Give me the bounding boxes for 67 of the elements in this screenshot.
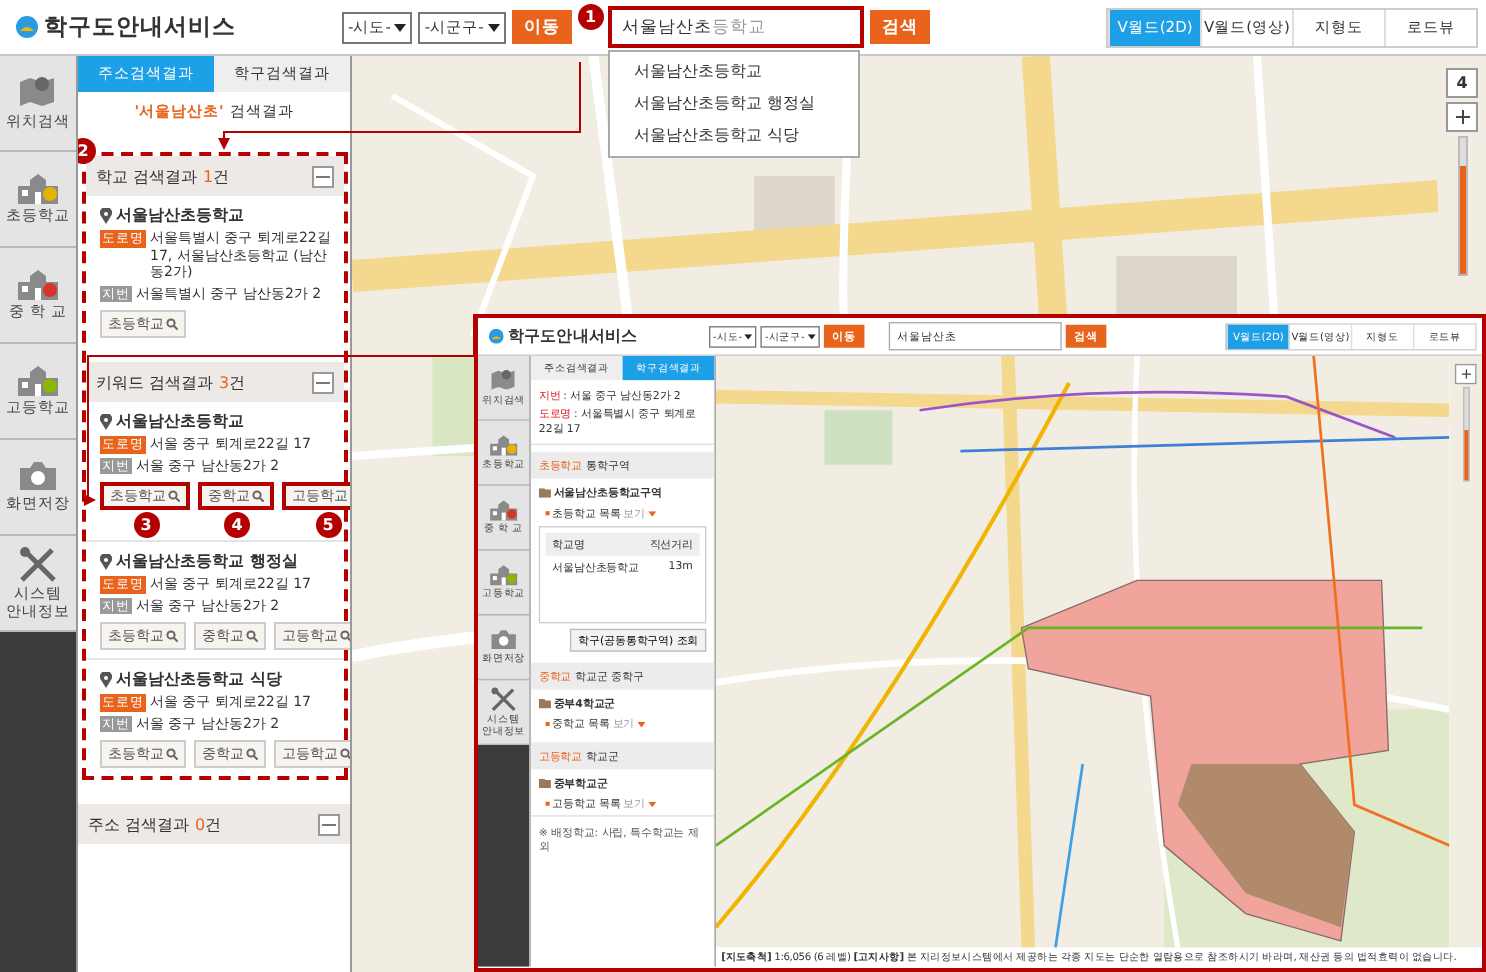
school-icon <box>16 268 60 301</box>
suggestion-item[interactable]: 서울남산초등학교 행정실 <box>609 88 858 120</box>
minus-icon <box>322 823 336 825</box>
logo-icon <box>16 16 38 38</box>
search-icon <box>340 748 350 760</box>
search-icon <box>166 748 178 760</box>
plus-icon <box>1455 110 1469 124</box>
zoom-level-label: 4 <box>1446 68 1478 98</box>
tools-icon <box>490 686 518 712</box>
callout-number: 5 <box>315 512 341 538</box>
tools-icon <box>18 545 58 582</box>
school-icon <box>488 564 519 586</box>
collapse-button[interactable] <box>312 165 334 187</box>
search-icon <box>168 490 180 502</box>
caret-icon <box>647 801 656 807</box>
school-icon <box>488 434 519 457</box>
camera-icon <box>18 460 58 493</box>
school-icon <box>16 172 60 205</box>
callout-number: 1 <box>577 4 604 30</box>
search-icon <box>166 318 178 330</box>
school-name: 서울남산초등학교 행정실 <box>116 550 298 572</box>
caret-icon <box>744 333 753 339</box>
search-icon <box>340 630 350 642</box>
zoom-slider[interactable] <box>1462 386 1470 482</box>
school-name: 서울남산초등학교 <box>116 204 244 226</box>
camera-icon <box>490 629 518 651</box>
plus-icon <box>1461 369 1471 379</box>
callout-number: 4 <box>224 512 250 538</box>
collapse-button[interactable] <box>312 371 334 393</box>
school-name: 서울남산초등학교 식당 <box>116 668 282 690</box>
callout-number: 2 <box>78 138 96 164</box>
school-icon <box>488 499 519 521</box>
section-title: 주소 검색결과 0건 <box>88 813 222 835</box>
location-pin-icon <box>100 671 112 687</box>
location-pin-icon <box>100 553 112 569</box>
collapse-button[interactable] <box>318 813 340 835</box>
zoom-in-button[interactable] <box>1446 102 1478 132</box>
map-pin-icon <box>18 74 58 111</box>
caret-icon <box>647 510 656 516</box>
search-icon <box>246 748 258 760</box>
caret-icon <box>487 23 500 31</box>
suggestion-item[interactable]: 서울남산초등학교 식당 <box>609 120 858 152</box>
folder-icon <box>538 778 551 789</box>
folder-icon <box>538 699 551 709</box>
app-title: 학구도안내서비스 <box>44 12 236 42</box>
school-icon <box>16 364 60 397</box>
search-icon <box>166 630 178 642</box>
caret-icon <box>636 721 645 727</box>
caret-icon <box>394 23 407 31</box>
map-pin-icon <box>490 368 518 393</box>
zoom-in-button[interactable] <box>1454 363 1477 385</box>
logo-icon <box>488 328 504 344</box>
location-pin-icon <box>100 413 112 429</box>
caret-icon <box>807 333 816 339</box>
location-pin-icon <box>100 207 112 223</box>
minus-icon <box>316 381 330 383</box>
search-icon <box>252 490 264 502</box>
callout-number: 3 <box>133 512 159 538</box>
folder-icon <box>538 488 551 498</box>
section-title: 키워드 검색결과 3건 <box>96 371 246 393</box>
section-title: 학교 검색결과 1건 <box>96 165 230 187</box>
suggestion-item[interactable]: 서울남산초등학교 <box>609 56 858 88</box>
zoom-slider[interactable] <box>1457 136 1467 276</box>
minus-icon <box>316 175 330 177</box>
search-field[interactable]: 서울남산초등학교 <box>607 6 864 48</box>
school-name: 서울남산초등학교 <box>116 410 244 432</box>
search-icon <box>246 630 258 642</box>
